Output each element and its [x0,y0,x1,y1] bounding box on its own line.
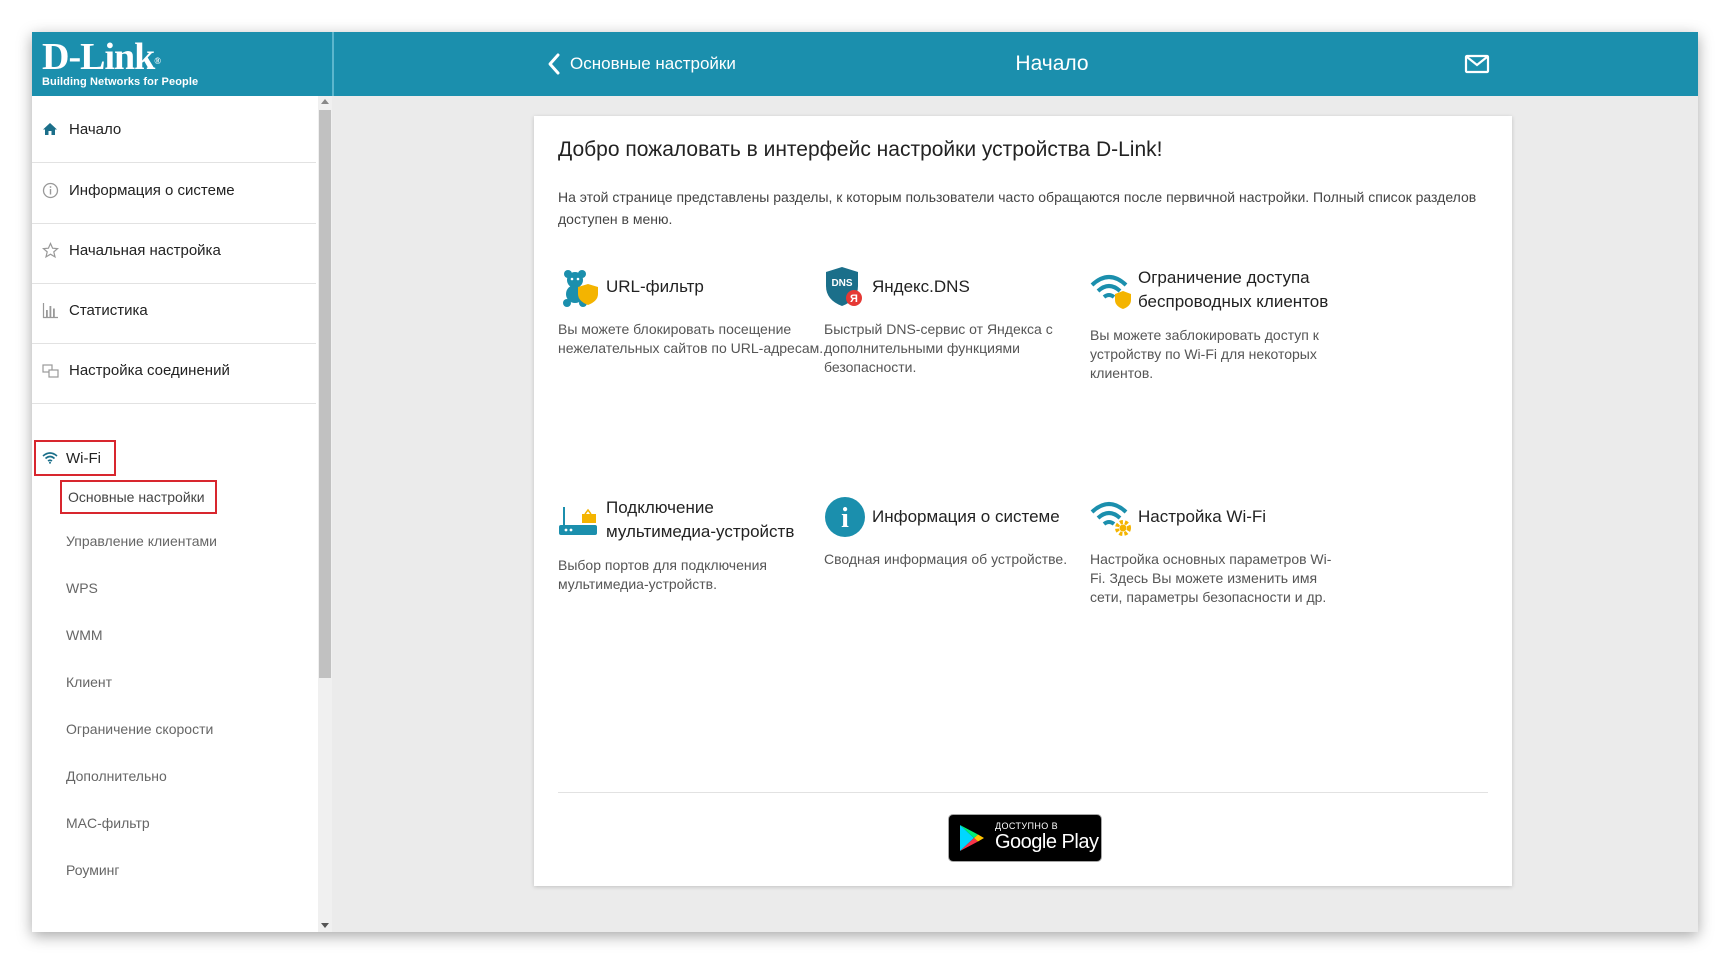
google-play-icon [960,825,984,851]
sidebar-item-initial-setup[interactable]: Начальная настройка [32,217,316,284]
sidebar-item-label: Настройка соединений [69,361,230,379]
top-header: D-Link® Building Networks for People Осн… [32,32,1698,96]
browser-window: D-Link® Building Networks for People Осн… [32,32,1698,932]
chevron-left-icon [548,53,560,75]
tile-yandex-dns-link[interactable]: DNS Я Яндекс.DNS [824,266,1094,308]
envelope-icon[interactable] [1464,52,1490,76]
divider [558,792,1488,793]
sidebar-item-connections[interactable]: Настройка соединений [32,337,316,404]
tile-url-filter-desc: Вы можете блокировать посещение нежелате… [558,321,824,356]
tile-url-filter: URL-фильтр Вы можете блокировать посещен… [558,266,828,358]
yandex-badge-text: Я [850,293,858,305]
tile-url-filter-link[interactable]: URL-фильтр [558,266,828,308]
welcome-heading: Добро пожаловать в интерфейс настройки у… [558,138,1163,161]
tile-system-info-title: Информация о системе [872,507,1060,526]
sidebar-subitem-advanced[interactable]: Дополнительно [66,767,167,785]
info-badge-text: i [841,503,849,534]
tile-wifi-setup: Настройка Wi-Fi Настройка основных парам… [1090,496,1340,607]
scroll-down-arrow-icon[interactable] [321,923,329,928]
tile-yandex-dns-title: Яндекс.DNS [872,277,970,296]
tile-wifi-setup-desc: Настройка основных параметров Wi-Fi. Зде… [1090,551,1332,605]
tile-yandex-dns-desc: Быстрый DNS-сервис от Яндекса с дополнит… [824,321,1053,375]
home-icon [41,120,59,138]
sidebar-subitem-mac-filter[interactable]: MAC-фильтр [66,814,150,832]
sidebar: Начало Информация о системе Начальная на… [32,96,332,932]
sidebar-item-label: Статистика [69,301,148,319]
wifi-icon [42,452,58,464]
bar-chart-icon [41,301,59,319]
tile-url-filter-title: URL-фильтр [606,277,704,296]
logo[interactable]: D-Link® Building Networks for People [32,32,334,96]
scroll-up-arrow-icon[interactable] [321,99,329,104]
tile-wireless-restriction-desc: Вы можете заблокировать доступ к устройс… [1090,327,1319,381]
tile-wifi-setup-link[interactable]: Настройка Wi-Fi [1090,496,1340,538]
intro-text: На этой странице представлены разделы, к… [558,189,1477,227]
sidebar-item-label: Информация о системе [69,181,235,199]
tile-yandex-dns: DNS Я Яндекс.DNS Быстрый DNS-сервис от Я… [824,266,1094,377]
tile-wireless-restriction: Ограничение доступа беспроводных клиенто… [1090,266,1340,383]
tile-wireless-restriction-title: Ограничение доступа беспроводных клиенто… [1138,268,1329,311]
sidebar-item-wifi[interactable]: Wi-Fi [34,440,116,476]
sidebar-item-home[interactable]: Начало [32,96,316,163]
tile-multimedia: Подключение мультимедиа-устройств Выбор … [558,496,808,594]
sidebar-subitem-wmm[interactable]: WMM [66,626,103,644]
star-icon [41,241,59,259]
scroll-thumb[interactable] [319,110,331,678]
tile-system-info-desc: Сводная информация об устройстве. [824,551,1068,567]
sidebar-item-label: Начальная настройка [69,241,221,259]
wifi-gear-icon [1090,502,1131,536]
sidebar-item-statistics[interactable]: Статистика [32,277,316,344]
logo-text: D-Link® [42,36,161,78]
tile-multimedia-title: Подключение мультимедиа-устройств [606,498,795,541]
sidebar-item-label: Начало [69,120,122,138]
network-icon [41,361,59,379]
sidebar-scrollbar[interactable] [318,96,332,932]
tile-wifi-setup-title: Настройка Wi-Fi [1138,507,1267,526]
logo-tagline: Building Networks for People [42,76,199,88]
sidebar-item-label: Wi-Fi [66,449,101,467]
sidebar-subitem-rate-limit[interactable]: Ограничение скорости [66,720,213,738]
tile-system-info: i Информация о системе Сводная информаци… [824,496,1094,569]
dns-shield-icon: DNS Я [826,267,862,306]
page-title: Начало [1015,52,1089,75]
google-play-small-text: ДОСТУПНО В [995,821,1058,831]
tile-system-info-link[interactable]: i Информация о системе [824,496,1094,538]
sidebar-subitem-client-management[interactable]: Управление клиентами [66,532,217,550]
back-button[interactable]: Основные настройки [546,50,736,78]
sidebar-item-system-info[interactable]: Информация о системе [32,157,316,224]
welcome-card: Добро пожаловать в интерфейс настройки у… [534,116,1512,886]
teddy-bear-shield-icon [563,270,598,307]
back-label: Основные настройки [570,54,736,73]
sidebar-subitem-roaming[interactable]: Роуминг [66,861,119,879]
wifi-shield-icon [1090,275,1131,309]
info-icon [41,181,59,199]
sidebar-subitem-basic-settings[interactable]: Основные настройки [60,480,217,514]
tile-wireless-restriction-link[interactable]: Ограничение доступа беспроводных клиенто… [1090,266,1340,314]
google-play-button[interactable]: ДОСТУПНО В Google Play [948,814,1102,862]
tile-multimedia-desc: Выбор портов для подключения мультимедиа… [558,557,767,592]
dns-badge-text: DNS [831,278,852,289]
tile-multimedia-link[interactable]: Подключение мультимедиа-устройств [558,496,808,544]
google-play-big-text: Google Play [995,831,1099,853]
router-tv-icon [559,507,597,535]
sidebar-subitem-wps[interactable]: WPS [66,579,98,597]
info-circle-icon: i [825,497,865,537]
sidebar-subitem-client[interactable]: Клиент [66,673,112,691]
